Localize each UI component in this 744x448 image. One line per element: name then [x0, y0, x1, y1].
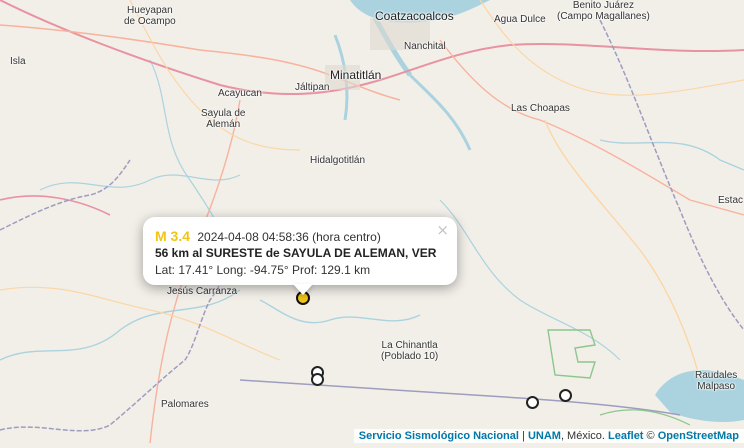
place-label-acayucan: Acayucan [218, 88, 262, 99]
place-label-hueyapan: Hueyapan de Ocampo [124, 5, 176, 27]
earthquake-popup: × M 3.4 2024-04-08 04:58:36 (hora centro… [143, 217, 457, 285]
place-label-estac: Estac [718, 195, 744, 206]
link-leaflet[interactable]: Leaflet [608, 430, 643, 442]
map-attribution: Servicio Sismológico Nacional | UNAM, Mé… [353, 429, 744, 443]
place-label-nanchital: Nanchital [404, 41, 446, 52]
link-openstreetmap[interactable]: OpenStreetMap [658, 430, 739, 442]
earthquake-marker[interactable] [526, 396, 539, 409]
place-label-isla: Isla [10, 56, 26, 67]
earthquake-marker[interactable] [559, 389, 572, 402]
event-coordinates: Lat: 17.41° Long: -94.75° Prof: 129.1 km [155, 263, 371, 277]
map-canvas[interactable]: Hueyapan de Ocampo Coatzacoalcos Agua Du… [0, 0, 744, 444]
place-label-sayula: Sayula de Alemán [201, 108, 246, 130]
place-label-agua-dulce: Agua Dulce [494, 14, 546, 25]
event-datetime: 2024-04-08 04:58:36 (hora centro) [197, 230, 381, 244]
popup-header: M 3.4 2024-04-08 04:58:36 (hora centro) [155, 228, 381, 244]
place-label-raudales: Raudales Malpaso [695, 370, 738, 392]
place-label-jesus-carranza: Jesús Carranza [167, 286, 238, 297]
place-label-hidalgotitlan: Hidalgotitlán [310, 155, 366, 166]
magnitude-label: M 3.4 [155, 228, 191, 244]
place-label-la-chinantla: La Chinantla (Poblado 10) [381, 340, 439, 362]
place-label-palomares: Palomares [161, 399, 209, 410]
place-label-minatitlan: Minatitlán [330, 68, 382, 82]
place-label-las-choapas: Las Choapas [511, 103, 570, 114]
place-label-coatzacoalcos: Coatzacoalcos [375, 9, 454, 23]
link-ssn[interactable]: Servicio Sismológico Nacional [359, 430, 519, 442]
earthquake-marker[interactable] [311, 373, 324, 386]
popup-tip [293, 284, 313, 295]
link-unam[interactable]: UNAM [528, 430, 561, 442]
place-label-benito-juarez: Benito Juárez (Campo Magallanes) [557, 0, 650, 22]
close-icon[interactable]: × [436, 221, 449, 239]
event-location: 56 km al SURESTE de SAYULA DE ALEMAN, VE… [155, 246, 437, 260]
place-label-jaltipan: Jáltipan [295, 82, 330, 93]
